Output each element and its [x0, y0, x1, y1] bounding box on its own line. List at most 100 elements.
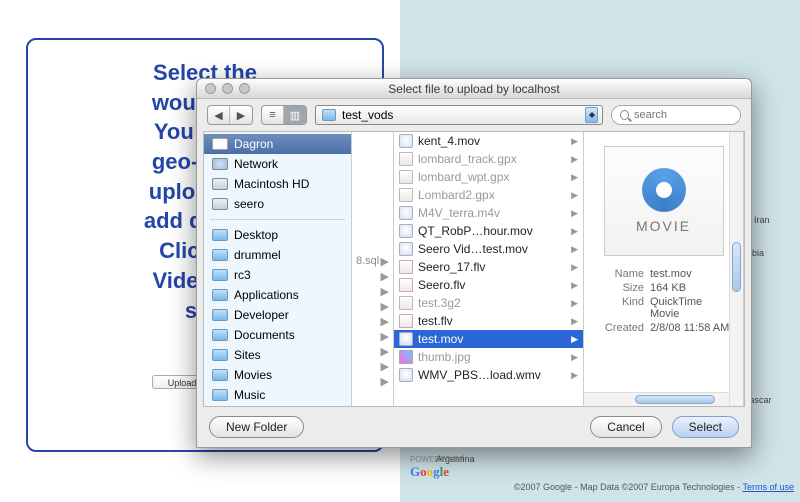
- list-view-button[interactable]: ≡: [262, 106, 284, 124]
- sidebar-item-label: Network: [234, 157, 278, 171]
- sidebar-item[interactable]: Pictures: [204, 405, 351, 406]
- fold-icon: [212, 349, 228, 361]
- zoom-icon[interactable]: [239, 83, 250, 94]
- meta-value: test.mov: [650, 268, 733, 280]
- search-icon: [620, 110, 629, 120]
- vertical-scrollbar[interactable]: [729, 132, 743, 406]
- toolbar: ◀ ▶ ≡ ▥ test_vods: [197, 99, 751, 131]
- new-folder-button[interactable]: New Folder: [209, 416, 304, 438]
- file-row[interactable]: Seero Vid…test.mov▶: [394, 240, 583, 258]
- sidebar-item[interactable]: seero: [204, 194, 351, 214]
- parent-item[interactable]: 8.sql▶: [352, 254, 393, 269]
- folder-icon: [322, 109, 336, 121]
- meta-value: 164 KB: [650, 282, 733, 294]
- file-row[interactable]: kent_4.mov▶: [394, 132, 583, 150]
- parent-item[interactable]: ▶: [352, 359, 393, 374]
- file-row[interactable]: Seero_17.flv▶: [394, 258, 583, 276]
- terms-link[interactable]: Terms of use: [742, 482, 794, 492]
- mov-file-icon: [399, 332, 413, 346]
- sidebar-item-label: Applications: [234, 288, 299, 302]
- file-row[interactable]: Seero.flv▶: [394, 276, 583, 294]
- file-row[interactable]: QT_RobP…hour.mov▶: [394, 222, 583, 240]
- file-row[interactable]: WMV_PBS…load.wmv▶: [394, 366, 583, 384]
- sidebar-item[interactable]: Macintosh HD: [204, 174, 351, 194]
- sidebar-item[interactable]: Network: [204, 154, 351, 174]
- file-row[interactable]: thumb.jpg▶: [394, 348, 583, 366]
- file-row[interactable]: test.mov▶: [394, 330, 583, 348]
- column-view-button[interactable]: ▥: [284, 106, 306, 124]
- sidebar-item-label: Movies: [234, 368, 272, 382]
- sidebar-item[interactable]: Applications: [204, 285, 351, 305]
- file-row[interactable]: Lombard2.gpx▶: [394, 186, 583, 204]
- sidebar-item[interactable]: Developer: [204, 305, 351, 325]
- sidebar-devices: Dagron Network Macintosh HDseero: [204, 132, 351, 216]
- back-button[interactable]: ◀: [208, 106, 230, 124]
- chevron-right-icon: ▶: [381, 360, 389, 373]
- select-button[interactable]: Select: [672, 416, 739, 438]
- chevron-right-icon: ▶: [381, 285, 389, 298]
- minimize-icon[interactable]: [222, 83, 233, 94]
- parent-item[interactable]: ▶: [352, 269, 393, 284]
- parent-item-label: 8.sql: [356, 255, 379, 268]
- close-icon[interactable]: [205, 83, 216, 94]
- chevron-right-icon: ▶: [571, 244, 578, 255]
- sidebar-item[interactable]: Dagron: [204, 134, 351, 154]
- folder-popup[interactable]: test_vods: [315, 105, 603, 125]
- sidebar-item-label: Desktop: [234, 228, 278, 242]
- sidebar: Dagron Network Macintosh HDseero Desktop dr…: [204, 132, 352, 406]
- meta-key: Kind: [594, 296, 644, 320]
- chevron-right-icon: ▶: [571, 190, 578, 201]
- mov-file-icon: [399, 206, 413, 220]
- dialog-title: Select file to upload by localhost: [197, 79, 751, 99]
- map-powered-by: POWERED BY Google: [410, 455, 464, 480]
- chevron-right-icon: ▶: [381, 330, 389, 343]
- scroll-thumb[interactable]: [635, 395, 715, 404]
- google-logo: Google: [410, 464, 449, 479]
- file-name: Seero.flv: [418, 278, 566, 292]
- sidebar-item[interactable]: drummel: [204, 245, 351, 265]
- chevron-right-icon: ▶: [571, 316, 578, 327]
- cancel-button[interactable]: Cancel: [590, 416, 661, 438]
- file-row[interactable]: test.flv▶: [394, 312, 583, 330]
- parent-item[interactable]: ▶: [352, 329, 393, 344]
- horizontal-scrollbar[interactable]: [584, 392, 729, 406]
- sidebar-item[interactable]: Movies: [204, 365, 351, 385]
- sidebar-places: Desktop drummelrc3 Applications DeveloperDo…: [204, 223, 351, 406]
- parent-item[interactable]: ▶: [352, 374, 393, 389]
- powered-by-text: POWERED BY: [410, 455, 464, 464]
- parent-item[interactable]: ▶: [352, 344, 393, 359]
- sidebar-item[interactable]: Documents: [204, 325, 351, 345]
- chevron-right-icon: ▶: [381, 345, 389, 358]
- file-name: Seero_17.flv: [418, 260, 566, 274]
- file-name: M4V_terra.m4v: [418, 206, 566, 220]
- chevron-right-icon: ▶: [571, 298, 578, 309]
- scroll-thumb[interactable]: [732, 242, 741, 292]
- doc-file-icon: [399, 170, 413, 184]
- sidebar-item-label: Dagron: [234, 137, 273, 151]
- parent-item[interactable]: ▶: [352, 299, 393, 314]
- thumb-caption: MOVIE: [636, 218, 691, 234]
- file-row[interactable]: lombard_wpt.gpx▶: [394, 168, 583, 186]
- file-row[interactable]: test.3g2▶: [394, 294, 583, 312]
- sidebar-item[interactable]: Desktop: [204, 225, 351, 245]
- preview-thumbnail: MOVIE: [604, 146, 724, 256]
- meta-value: QuickTime Movie: [650, 296, 733, 320]
- file-row[interactable]: lombard_track.gpx▶: [394, 150, 583, 168]
- sidebar-separator: [210, 219, 345, 220]
- preview-metadata: Name test.mov Size 164 KB Kind QuickTime…: [594, 268, 733, 334]
- sidebar-item[interactable]: Music: [204, 385, 351, 405]
- parent-item[interactable]: ▶: [352, 284, 393, 299]
- forward-button[interactable]: ▶: [230, 106, 252, 124]
- file-row[interactable]: M4V_terra.m4v▶: [394, 204, 583, 222]
- sidebar-item[interactable]: Sites: [204, 345, 351, 365]
- img-file-icon: [399, 350, 413, 364]
- drive-icon: [212, 138, 228, 150]
- sidebar-item[interactable]: rc3: [204, 265, 351, 285]
- chevron-right-icon: ▶: [381, 375, 389, 388]
- chevron-right-icon: ▶: [381, 315, 389, 328]
- search-field[interactable]: [611, 105, 741, 125]
- file-name: kent_4.mov: [418, 134, 566, 148]
- search-input[interactable]: [634, 109, 732, 121]
- parent-item[interactable]: ▶: [352, 314, 393, 329]
- mov-file-icon: [399, 368, 413, 382]
